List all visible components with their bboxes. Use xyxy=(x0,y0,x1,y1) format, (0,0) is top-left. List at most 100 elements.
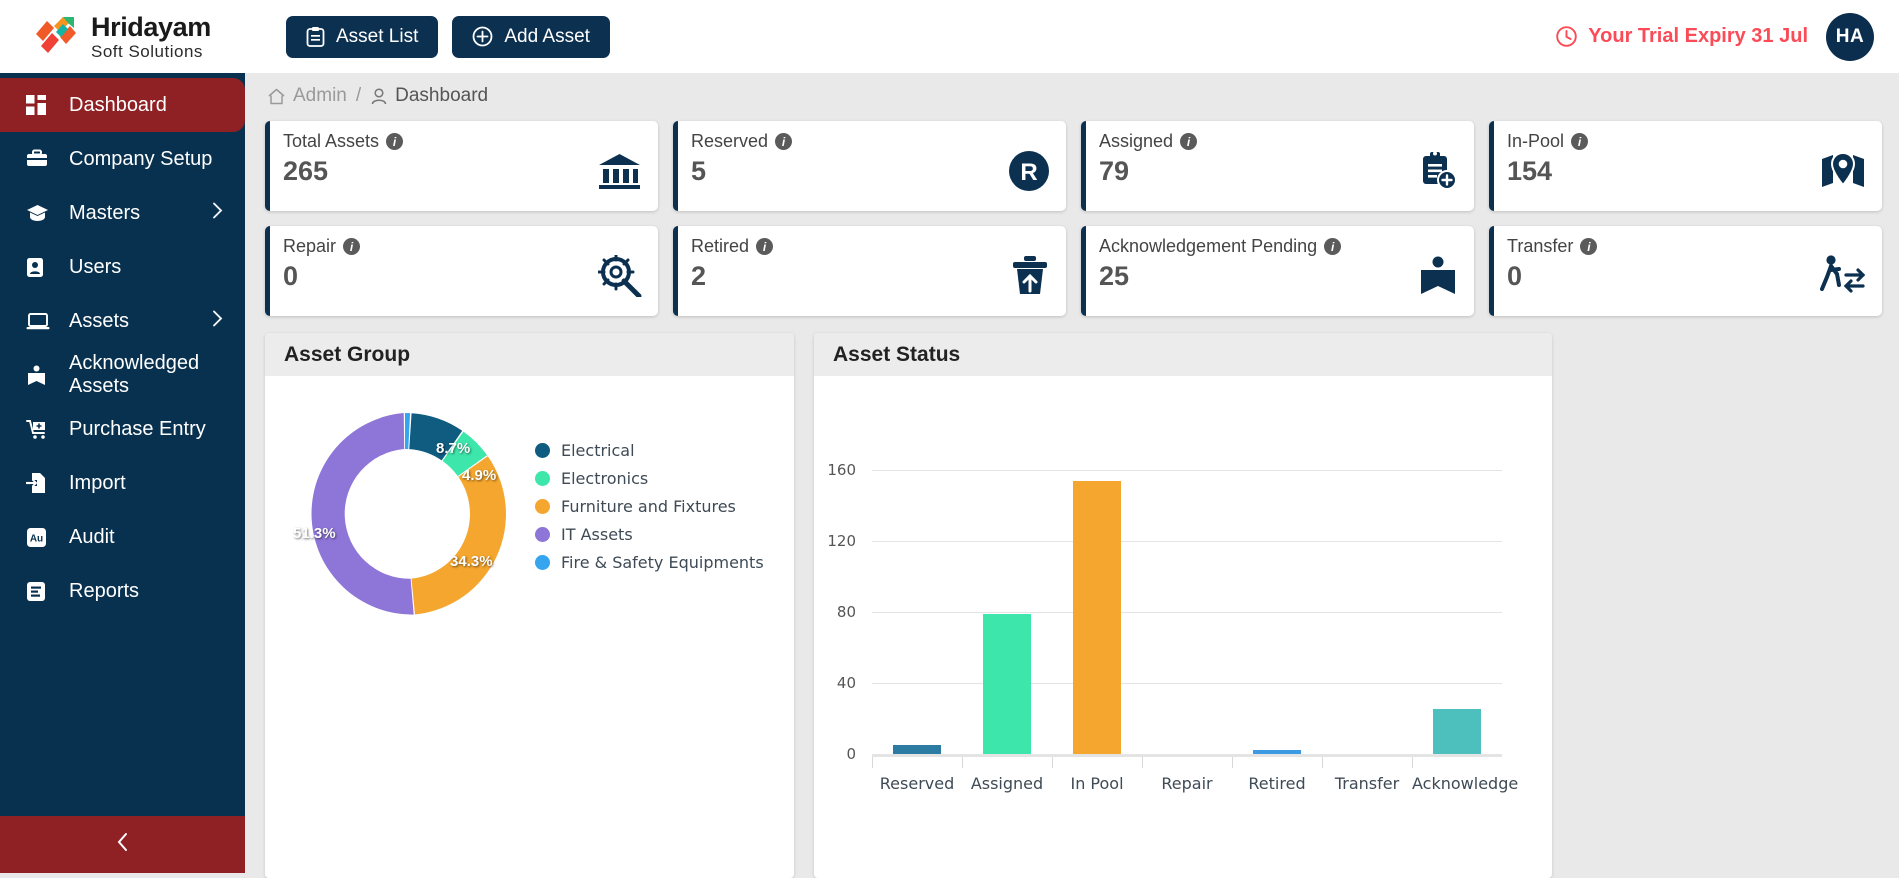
legend-color-swatch xyxy=(535,498,550,514)
svg-text:R: R xyxy=(1020,159,1037,186)
y-tick-label: 160 xyxy=(827,461,856,479)
stat-card-repair[interactable]: Repair i 0 xyxy=(265,226,658,316)
breadcrumb-dashboard[interactable]: Dashboard xyxy=(370,85,488,107)
sidebar-collapse-button[interactable] xyxy=(0,816,245,873)
donut-pct-furniture: 34.3% xyxy=(450,553,493,570)
stat-card-transfer[interactable]: Transfer i 0 xyxy=(1489,226,1882,316)
trial-expiry-label: Your Trial Expiry 31 Jul xyxy=(1588,25,1808,47)
y-tick-label: 40 xyxy=(836,674,856,692)
gear-wrench-icon xyxy=(598,255,642,297)
legend-item[interactable]: Electronics xyxy=(535,464,764,492)
legend-color-swatch xyxy=(535,554,550,570)
card-value: 2 xyxy=(691,261,707,291)
stat-cards: Total Assets i 265 Reserved i 5 R Assigned… xyxy=(245,107,1899,316)
info-icon[interactable]: i xyxy=(386,133,404,150)
sidebar-item-reports[interactable]: Reports xyxy=(0,564,245,618)
asset-list-label: Asset List xyxy=(336,25,419,47)
sidebar-label: Dashboard xyxy=(69,93,167,116)
info-icon[interactable]: i xyxy=(1571,133,1589,150)
sidebar-item-company-setup[interactable]: Company Setup xyxy=(0,132,245,186)
legend-label: Furniture and Fixtures xyxy=(561,496,736,516)
map-pin-icon xyxy=(1820,151,1866,191)
brand-title: Hridayam xyxy=(91,11,211,42)
main-content: Admin / Dashboard Total Assets i 265 Rese… xyxy=(245,73,1899,878)
add-asset-button[interactable]: Add Asset xyxy=(452,15,610,58)
info-icon[interactable]: i xyxy=(1324,238,1342,255)
laptop-icon xyxy=(26,312,53,331)
card-value: 0 xyxy=(283,261,299,291)
breadcrumb-admin[interactable]: Admin xyxy=(267,85,347,107)
x-tick-label: Transfer xyxy=(1334,774,1400,793)
sidebar-item-purchase-entry[interactable]: Purchase Entry xyxy=(0,402,245,456)
x-tick-label: Acknowledge xyxy=(1412,774,1519,793)
chevron-left-icon xyxy=(115,831,130,858)
sidebar-label: Assets xyxy=(69,309,130,332)
legend-item[interactable]: Electrical xyxy=(535,436,764,464)
card-value: 0 xyxy=(1507,261,1523,291)
stat-card-retired[interactable]: Retired i 2 xyxy=(673,226,1066,316)
card-label: Retired xyxy=(691,236,750,256)
info-icon[interactable]: i xyxy=(1180,133,1198,150)
sidebar-item-users[interactable]: Users xyxy=(0,240,245,294)
y-tick-label: 120 xyxy=(827,532,856,550)
bar-acknowledge[interactable] xyxy=(1433,709,1481,754)
x-tick-label: Assigned xyxy=(970,774,1044,793)
donut-legend: Electrical Electronics Furniture and Fix… xyxy=(535,436,764,576)
sidebar-item-audit[interactable]: Au Audit xyxy=(0,510,245,564)
stat-card-reserved[interactable]: Reserved i 5 R xyxy=(673,121,1066,211)
brand-logo[interactable]: Hridayam Soft Solutions xyxy=(30,12,245,62)
legend-label: Electronics xyxy=(561,468,649,488)
sidebar-item-dashboard[interactable]: Dashboard xyxy=(0,78,245,132)
avatar[interactable]: HA xyxy=(1826,12,1874,61)
info-icon[interactable]: i xyxy=(775,133,793,150)
sidebar-item-assets[interactable]: Assets xyxy=(0,294,245,348)
breadcrumb-admin-label: Admin xyxy=(293,85,347,106)
trial-expiry-notice[interactable]: Your Trial Expiry 31 Jul xyxy=(1555,25,1808,48)
x-tick-label: Repair xyxy=(1161,774,1213,793)
info-icon[interactable]: i xyxy=(756,238,774,255)
legend-color-swatch xyxy=(535,442,550,458)
person-icon xyxy=(371,87,387,104)
legend-item[interactable]: IT Assets xyxy=(535,520,764,548)
add-asset-label: Add Asset xyxy=(504,25,590,47)
stat-card-acknowledgement-pending[interactable]: Acknowledgement Pending i 25 xyxy=(1081,226,1474,316)
asset-group-title: Asset Group xyxy=(265,333,794,376)
stat-card-total-assets[interactable]: Total Assets i 265 xyxy=(265,121,658,211)
file-import-icon xyxy=(26,472,53,494)
card-label: Repair xyxy=(283,236,337,256)
x-tick-label: Retired xyxy=(1248,774,1306,793)
brand-subtitle: Soft Solutions xyxy=(91,41,203,61)
user-card-icon xyxy=(26,257,53,278)
svg-text:Au: Au xyxy=(30,533,43,544)
stat-card-assigned[interactable]: Assigned i 79 xyxy=(1081,121,1474,211)
sidebar-item-import[interactable]: Import xyxy=(0,456,245,510)
info-icon[interactable]: i xyxy=(343,238,361,255)
bar-assigned[interactable] xyxy=(983,614,1031,754)
graduation-icon xyxy=(26,204,53,223)
asset-list-button[interactable]: Asset List xyxy=(286,15,439,58)
bar-in-pool[interactable] xyxy=(1073,481,1121,754)
card-label: In-Pool xyxy=(1507,131,1565,151)
sidebar-label: Audit xyxy=(69,525,115,548)
clock-icon xyxy=(1556,26,1578,47)
sidebar-item-masters[interactable]: Masters xyxy=(0,186,245,240)
chevron-right-icon xyxy=(212,202,223,225)
legend-item[interactable]: Fire & Safety Equipments xyxy=(535,548,764,576)
stat-card-in-pool[interactable]: In-Pool i 154 xyxy=(1489,121,1882,211)
sidebar-item-acknowledged-assets[interactable]: Acknowledged Assets xyxy=(0,348,245,402)
legend-color-swatch xyxy=(535,526,550,542)
trash-upload-icon xyxy=(1010,255,1050,297)
grid-icon xyxy=(26,95,53,115)
legend-label: Electrical xyxy=(561,440,635,460)
chart-x-labels: Reserved Assigned In Pool Repair Retired… xyxy=(872,757,1519,793)
x-tick-label: In Pool xyxy=(1070,774,1124,793)
sidebar-label: Reports xyxy=(69,579,140,602)
asset-status-panel: Asset Status 0 40 80 120 160 Reserved As… xyxy=(814,333,1552,878)
card-value: 5 xyxy=(691,156,707,186)
legend-label: IT Assets xyxy=(561,524,633,544)
asset-status-chart: 0 40 80 120 160 Reserved Assigned In Poo… xyxy=(814,376,1552,878)
legend-item[interactable]: Furniture and Fixtures xyxy=(535,492,764,520)
card-label: Total Assets xyxy=(283,131,380,151)
bar-reserved[interactable] xyxy=(893,745,941,754)
info-icon[interactable]: i xyxy=(1580,238,1598,255)
